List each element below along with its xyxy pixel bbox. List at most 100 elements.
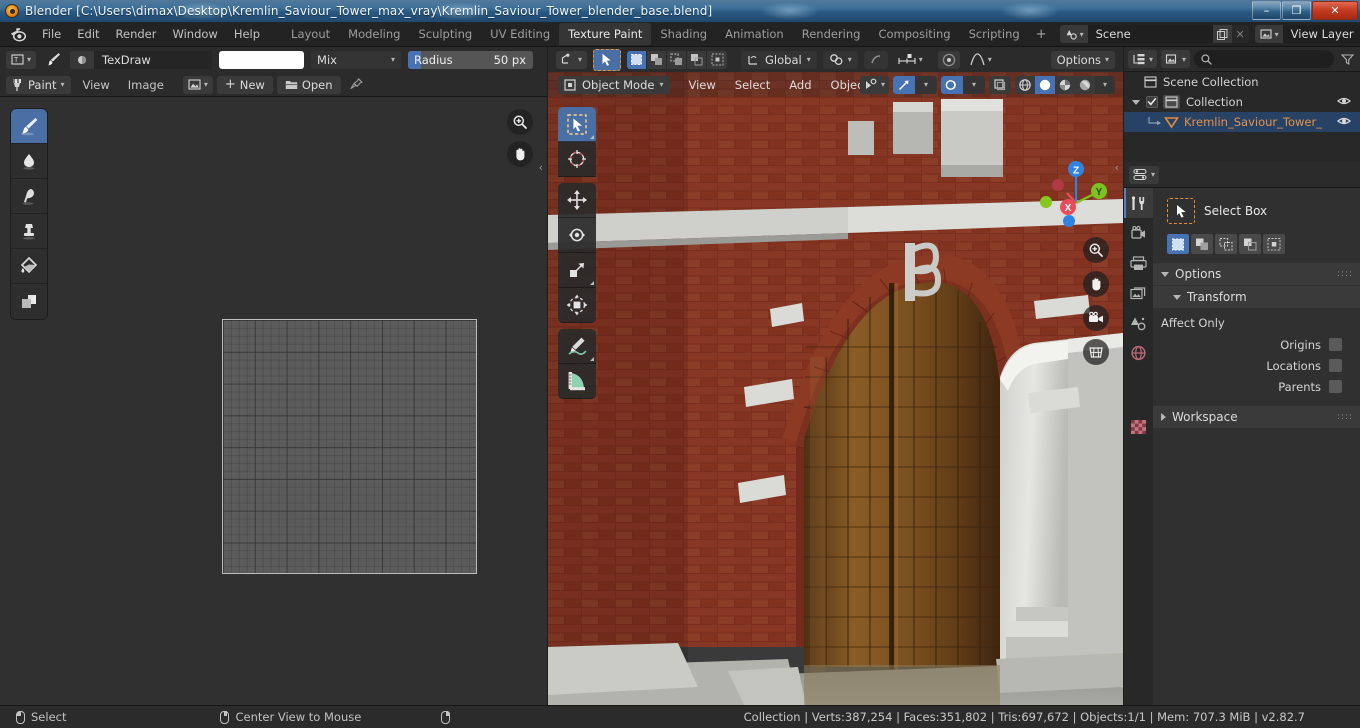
tool-tab[interactable] <box>1124 188 1153 218</box>
object-visibility-eye-icon[interactable] <box>1337 115 1351 127</box>
extend-mode-button[interactable] <box>1191 234 1213 254</box>
blender-logo-icon[interactable] <box>8 24 28 44</box>
image-editor-mode-select[interactable]: Paint ▾ <box>6 75 72 94</box>
overlays-dropdown[interactable]: ▾ <box>963 75 985 94</box>
brush-color-swatch[interactable] <box>219 50 305 69</box>
proportional-editing-icon[interactable] <box>937 50 960 69</box>
smear-tool[interactable] <box>11 179 47 214</box>
extend-select-mode[interactable] <box>647 50 668 69</box>
transform-orientation-select[interactable]: Global ▾ <box>741 50 817 69</box>
image-editor-canvas[interactable] <box>0 97 547 705</box>
add-workspace-button[interactable]: + <box>1029 24 1054 45</box>
tab-sculpting[interactable]: Sculpting <box>409 23 481 45</box>
blend-mode-select[interactable]: Mix ▾ <box>311 50 402 69</box>
locations-checkbox[interactable] <box>1329 359 1342 372</box>
zoom-icon[interactable] <box>507 109 533 135</box>
select-box-cursor-icon[interactable] <box>593 48 622 71</box>
image-datablock-icon[interactable]: ▾ <box>182 75 213 94</box>
rendered-shading[interactable] <box>1075 76 1095 94</box>
collection-checkbox[interactable] <box>1146 96 1158 108</box>
output-tab[interactable] <box>1124 248 1153 278</box>
disclosure-triangle-icon[interactable] <box>1132 99 1140 105</box>
menu-help[interactable]: Help <box>226 24 268 44</box>
object-visibility-icon[interactable]: ▾ <box>859 75 889 94</box>
collection-row[interactable]: Collection <box>1124 92 1360 112</box>
panel-grip-icon[interactable]: :::: <box>1337 269 1353 279</box>
open-image-button[interactable]: Open <box>276 75 341 94</box>
workspace-panel-header[interactable]: Workspace :::: <box>1153 406 1360 428</box>
tab-uv-editing[interactable]: UV Editing <box>481 23 559 45</box>
minimize-button[interactable]: – <box>1252 1 1281 20</box>
menu-file[interactable]: File <box>34 24 69 44</box>
texture-tab[interactable] <box>1124 412 1153 442</box>
camera-view-icon[interactable] <box>1083 305 1109 331</box>
soften-tool[interactable] <box>11 144 47 179</box>
wireframe-shading[interactable] <box>1015 76 1035 94</box>
view-layer-name[interactable]: View Layer <box>1282 25 1360 43</box>
brush-icon[interactable] <box>43 51 63 68</box>
collection-visibility-eye-icon[interactable] <box>1337 95 1351 107</box>
scene-tab[interactable] <box>1124 308 1153 338</box>
set-select-mode[interactable] <box>627 50 648 69</box>
fill-tool[interactable] <box>11 249 47 284</box>
tab-layout[interactable]: Layout <box>282 23 339 45</box>
nav-hand-pan-icon[interactable] <box>1083 271 1109 297</box>
draw-tool[interactable] <box>11 109 47 144</box>
rotate-tool[interactable] <box>558 218 596 253</box>
view-layer-tab[interactable] <box>1124 278 1153 308</box>
panel-grip-icon[interactable]: :::: <box>1337 412 1353 422</box>
snap-settings[interactable] <box>863 50 888 69</box>
falloff-curve-icon[interactable]: ▾ <box>966 51 996 69</box>
restore-button[interactable]: ❐ <box>1282 1 1311 20</box>
tab-animation[interactable]: Animation <box>716 23 793 45</box>
options-panel-header[interactable]: Options :::: <box>1153 263 1360 285</box>
viewport-options-button[interactable]: Options ▾ <box>1050 50 1115 69</box>
outliner-display-mode-icon[interactable]: ▾ <box>1128 50 1158 68</box>
viewport-menu-view[interactable]: View <box>680 76 723 94</box>
scene-name[interactable]: Scene <box>1087 25 1213 43</box>
image-editor-sidebar-toggle[interactable]: ‹ <box>539 161 543 174</box>
origins-checkbox[interactable] <box>1329 338 1342 351</box>
gizmo-dropdown[interactable]: ▾ <box>915 75 937 94</box>
intersect-mode-button[interactable] <box>1263 234 1285 254</box>
new-image-button[interactable]: + New <box>216 75 273 94</box>
invert-mode-button[interactable] <box>1239 234 1261 254</box>
menu-render[interactable]: Render <box>108 24 165 44</box>
tab-texture-paint[interactable]: Texture Paint <box>559 23 652 45</box>
snap-increment-icon[interactable]: ▾ <box>894 51 927 69</box>
filter-icon[interactable] <box>1338 53 1356 66</box>
material-preview-shading[interactable] <box>1055 76 1075 94</box>
tab-shading[interactable]: Shading <box>651 23 716 45</box>
search-input[interactable] <box>1194 50 1334 68</box>
tab-modeling[interactable]: Modeling <box>339 23 409 45</box>
3d-viewport-type-icon[interactable]: ▾ <box>556 50 588 69</box>
radius-slider[interactable]: Radius 50 px <box>408 50 534 69</box>
intersect-select-mode[interactable] <box>707 50 728 69</box>
object-row-kremlin-saviour-tower[interactable]: Kremlin_Saviour_Tower_ <box>1124 112 1360 132</box>
tweak-select-box-tool[interactable] <box>558 107 596 142</box>
image-editor-type-icon[interactable]: T ▾ <box>6 50 37 69</box>
navigation-gizmo[interactable]: Z Y X <box>1036 155 1108 227</box>
cursor-tool[interactable] <box>558 142 596 177</box>
snap-button[interactable]: ▾ <box>822 50 858 69</box>
mask-tool[interactable] <box>11 284 47 319</box>
tab-rendering[interactable]: Rendering <box>793 23 870 45</box>
measure-tool[interactable] <box>558 364 596 399</box>
toggle-orthographic-icon[interactable] <box>1083 339 1109 365</box>
image-editor-menu-view[interactable]: View <box>75 76 116 94</box>
view-layer-icon[interactable]: ▾ <box>1254 25 1283 43</box>
render-tab[interactable] <box>1124 218 1153 248</box>
image-editor-menu-image[interactable]: Image <box>121 76 171 94</box>
world-tab[interactable] <box>1124 338 1153 368</box>
tab-compositing[interactable]: Compositing <box>869 23 959 45</box>
nav-zoom-icon[interactable] <box>1083 237 1109 263</box>
transform-tool[interactable] <box>558 288 596 323</box>
invert-select-mode[interactable] <box>687 50 708 69</box>
viewport-menu-add[interactable]: Add <box>781 76 819 94</box>
transform-panel-header[interactable]: Transform <box>1153 286 1360 308</box>
overlays-icon[interactable] <box>941 75 963 94</box>
move-tool[interactable] <box>558 183 596 218</box>
set-mode-button[interactable] <box>1167 234 1189 254</box>
interaction-mode-select[interactable]: Object Mode ▾ <box>558 75 671 94</box>
properties-editor-type-icon[interactable]: ▾ <box>1129 165 1160 184</box>
